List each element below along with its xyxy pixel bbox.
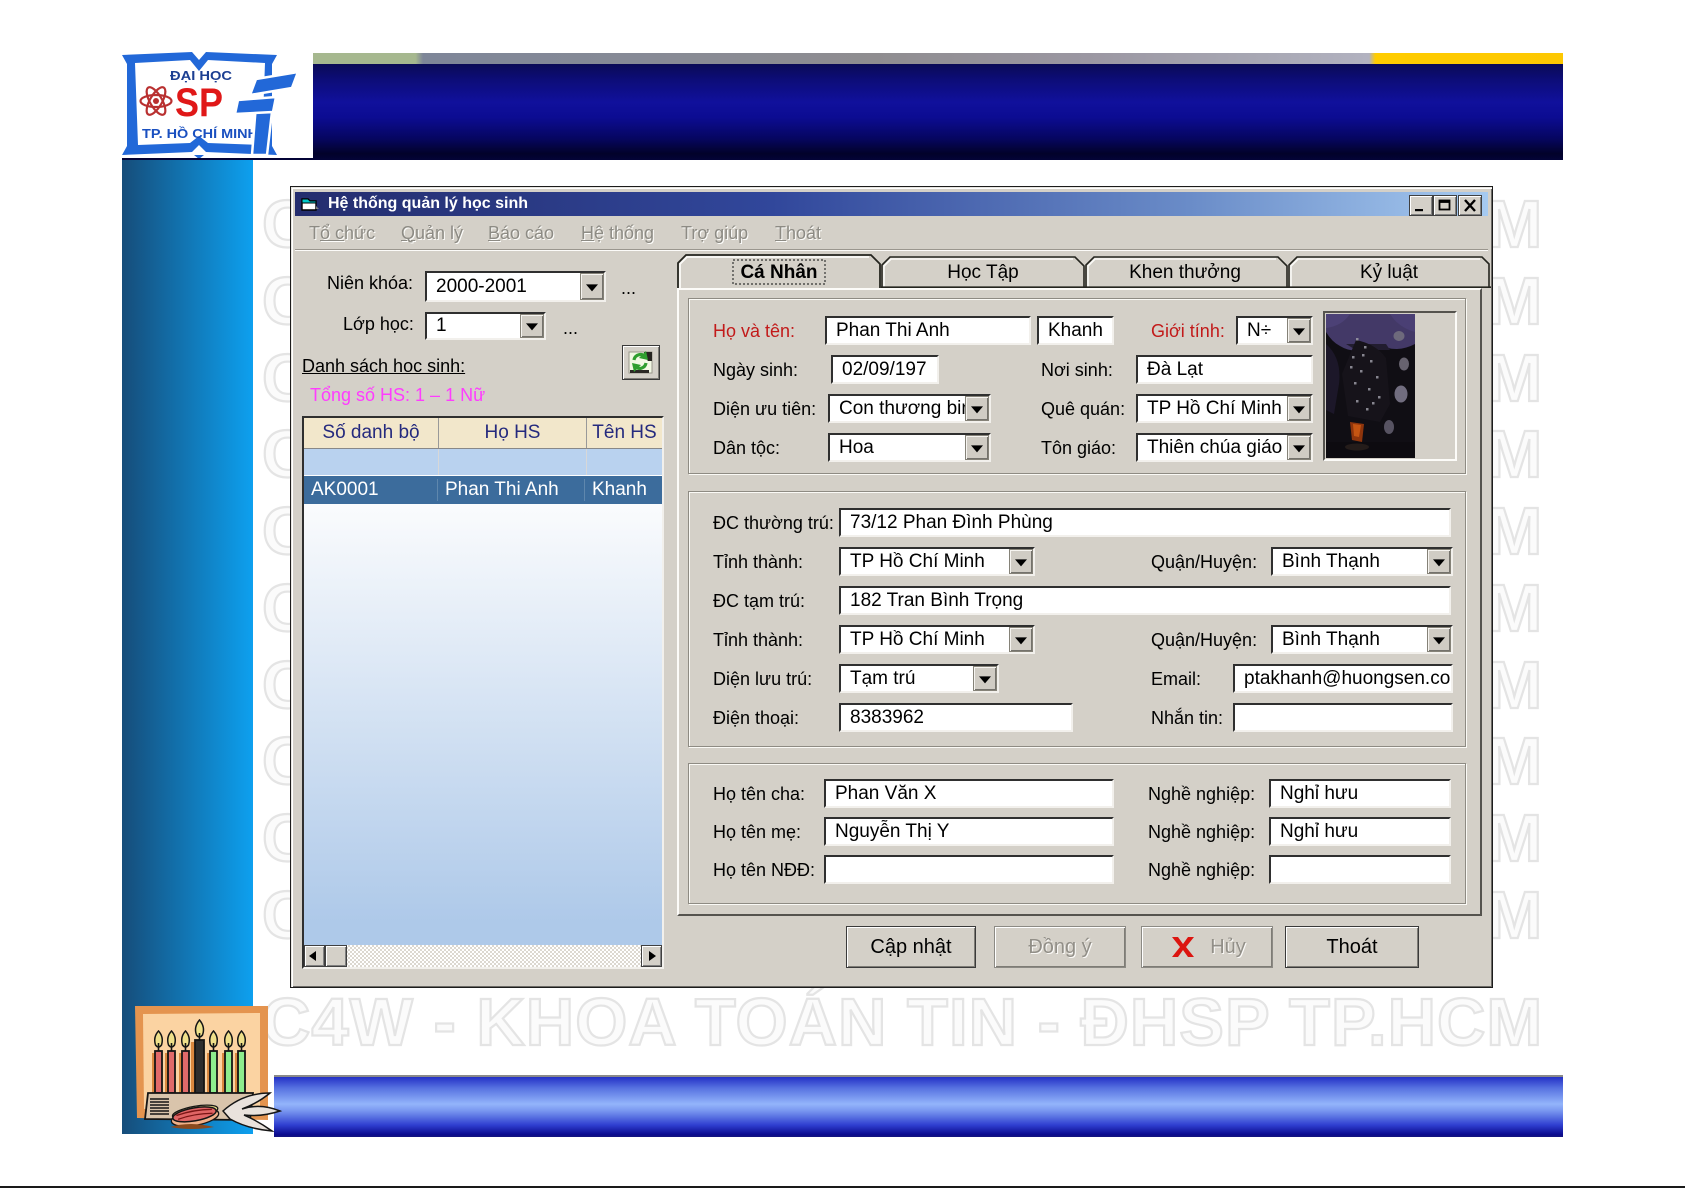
svg-text:Học Tập: Học Tập <box>947 262 1018 283</box>
svg-text:Khen thưởng: Khen thưởng <box>1129 262 1241 283</box>
svg-text:SP: SP <box>175 81 223 125</box>
svg-text:Kỷ luật: Kỷ luật <box>1360 262 1419 283</box>
svg-text:TP. HỒ CHÍ MINH: TP. HỒ CHÍ MINH <box>142 126 258 141</box>
svg-text:Cá Nhân: Cá Nhân <box>740 262 817 283</box>
